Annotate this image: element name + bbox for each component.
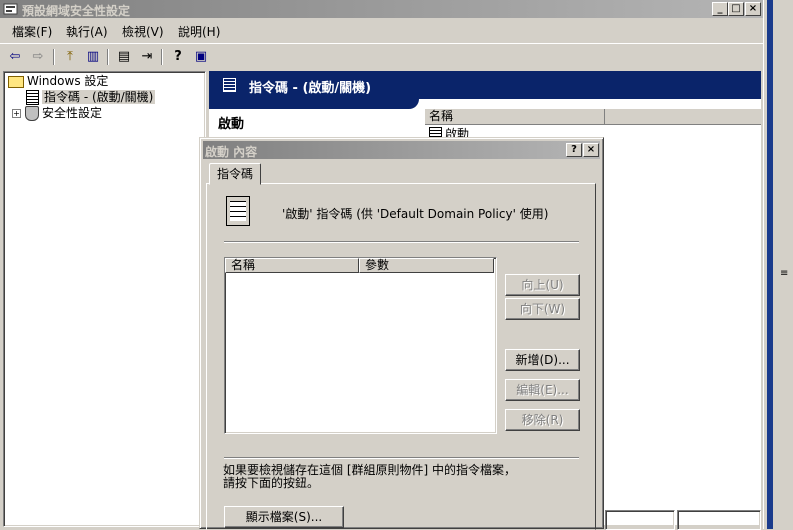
window-title: 預設網域安全性設定 — [22, 4, 131, 18]
show-files-button[interactable]: 顯示檔案(S)... — [224, 506, 344, 528]
tree-item-windows-settings[interactable]: Windows 設定 — [8, 73, 108, 89]
tree-item-security[interactable]: + 安全性設定 — [12, 105, 102, 121]
folder-icon — [8, 75, 24, 88]
help-icon[interactable]: ? — [169, 48, 187, 66]
column-name[interactable]: 名稱 — [225, 258, 359, 273]
script-icon — [26, 90, 39, 105]
details-header: 指令碼 - (啟動/關機) — [209, 71, 761, 99]
dialog-title-bar: 啟動 內容 ? × — [203, 141, 600, 159]
add-button[interactable]: 新增(D)... — [505, 349, 580, 371]
column-parameters[interactable]: 參數 — [359, 258, 494, 273]
divider — [224, 457, 579, 459]
info-text: 如果要檢視儲存在這個 [群組原則物件] 中的指令檔案， 請按下面的按鈕。 — [223, 463, 516, 490]
tab-scripts[interactable]: 指令碼 — [209, 163, 261, 185]
up-folder-icon[interactable]: ⤒ — [61, 48, 79, 66]
script-file-icon — [226, 196, 250, 226]
properties-icon[interactable]: ▤ — [115, 48, 133, 66]
edit-button[interactable]: 編輯(E)... — [505, 379, 580, 401]
properties-dialog: 啟動 內容 ? × 指令碼 '啟動' 指令碼 (供 'Default Domai… — [199, 137, 604, 530]
security-icon — [25, 106, 39, 121]
column-name[interactable]: 名稱 — [425, 109, 605, 124]
export-list-icon[interactable]: ⇥ — [138, 48, 156, 66]
dialog-help-button[interactable]: ? — [566, 143, 582, 157]
toolbar-separator — [161, 49, 163, 65]
menu-help[interactable]: 說明(H) — [178, 23, 220, 40]
status-cell — [605, 510, 675, 530]
console-icon[interactable]: ▣ — [192, 48, 210, 66]
menu-action[interactable]: 執行(A) — [66, 23, 108, 40]
close-button[interactable]: × — [745, 2, 761, 16]
details-title: 啟動 — [218, 117, 245, 132]
menu-view[interactable]: 檢視(V) — [122, 23, 164, 40]
dialog-description: '啟動' 指令碼 (供 'Default Domain Policy' 使用) — [282, 207, 549, 221]
app-icon — [3, 1, 18, 16]
remove-button[interactable]: 移除(R) — [505, 409, 580, 431]
back-icon[interactable]: ⇦ — [6, 48, 24, 66]
minimize-button[interactable]: _ — [712, 2, 728, 16]
list-header: 名稱 — [425, 109, 761, 125]
tree-item-label: 安全性設定 — [42, 106, 103, 120]
toolbar: ⇦ ⇨ ⤒ ▥ ▤ ⇥ ? ▣ — [0, 43, 763, 71]
move-up-button[interactable]: 向上(U) — [505, 274, 580, 296]
expand-icon[interactable]: + — [12, 109, 21, 118]
scripts-list[interactable]: 名稱 參數 — [224, 257, 497, 434]
tree-item-label: Windows 設定 — [27, 74, 109, 88]
menu-bar: 檔案(F) 執行(A) 檢視(V) 說明(H) — [0, 19, 763, 41]
tree-item-scripts[interactable]: 指令碼 - (啟動/關機) — [26, 89, 156, 105]
background-window-edge: ≡ — [763, 0, 793, 529]
divider — [224, 241, 579, 243]
toolbar-separator — [107, 49, 109, 65]
move-down-button[interactable]: 向下(W) — [505, 298, 580, 320]
toolbar-separator — [53, 49, 55, 65]
resize-grip-icon: ≡ — [780, 268, 789, 279]
script-icon — [223, 78, 236, 92]
details-header-title: 指令碼 - (啟動/關機) — [249, 81, 372, 96]
show-hide-tree-icon[interactable]: ▥ — [84, 48, 102, 66]
dialog-title: 啟動 內容 — [205, 145, 258, 159]
status-cell — [677, 510, 761, 530]
forward-icon[interactable]: ⇨ — [29, 48, 47, 66]
main-title-bar: 預設網域安全性設定 _ □ × — [0, 0, 763, 18]
menu-file[interactable]: 檔案(F) — [12, 23, 52, 40]
tree-item-label: 指令碼 - (啟動/關機) — [42, 90, 156, 104]
dialog-close-button[interactable]: × — [583, 143, 599, 157]
maximize-button[interactable]: □ — [728, 2, 744, 16]
tree-pane[interactable]: Windows 設定 指令碼 - (啟動/關機) + 安全性設定 — [3, 71, 206, 527]
